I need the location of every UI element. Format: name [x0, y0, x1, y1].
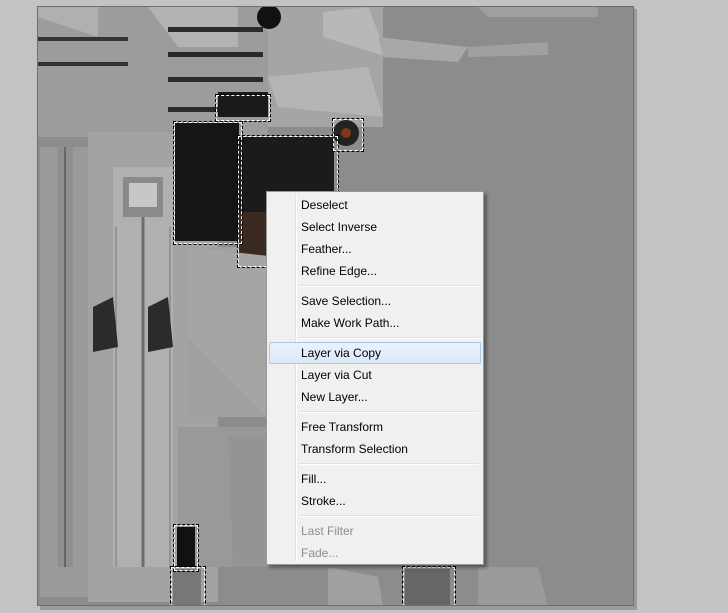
marquee-selection	[173, 524, 199, 572]
menu-separator	[269, 512, 481, 520]
menu-item-feather[interactable]: Feather...	[269, 238, 481, 260]
menu-item-last-filter: Last Filter	[301, 524, 354, 538]
menu-item-fade: Fade...	[301, 546, 339, 560]
menu-separator	[269, 282, 481, 290]
menu-separator	[269, 408, 481, 416]
marquee-selection	[215, 94, 271, 122]
menu-item-select-inverse[interactable]: Select Inverse	[269, 216, 481, 238]
menu-item-deselect[interactable]: Deselect	[269, 194, 481, 216]
marquee-selection	[173, 121, 243, 245]
menu-item-free-transform[interactable]: Free Transform	[269, 416, 481, 438]
menu-separator	[269, 334, 481, 342]
marquee-selection	[332, 118, 364, 152]
menu-item-transform-selection[interactable]: Transform Selection	[269, 438, 481, 460]
menu-item-fill[interactable]: Fill...	[269, 468, 481, 490]
menu-item-refine-edge[interactable]: Refine Edge...	[269, 260, 481, 282]
marquee-selection	[170, 566, 206, 605]
menu-item-layer-via-copy[interactable]: Layer via Copy	[269, 342, 481, 364]
menu-item-make-work-path[interactable]: Make Work Path...	[269, 312, 481, 334]
context-menu: Deselect Select Inverse Feather... Refin…	[266, 191, 484, 565]
menu-item-save-selection[interactable]: Save Selection...	[269, 290, 481, 312]
menu-item-new-layer[interactable]: New Layer...	[269, 386, 481, 408]
menu-separator	[269, 460, 481, 468]
marquee-selection	[402, 566, 456, 605]
menu-item-layer-via-cut[interactable]: Layer via Cut	[269, 364, 481, 386]
menu-item-stroke[interactable]: Stroke...	[269, 490, 481, 512]
